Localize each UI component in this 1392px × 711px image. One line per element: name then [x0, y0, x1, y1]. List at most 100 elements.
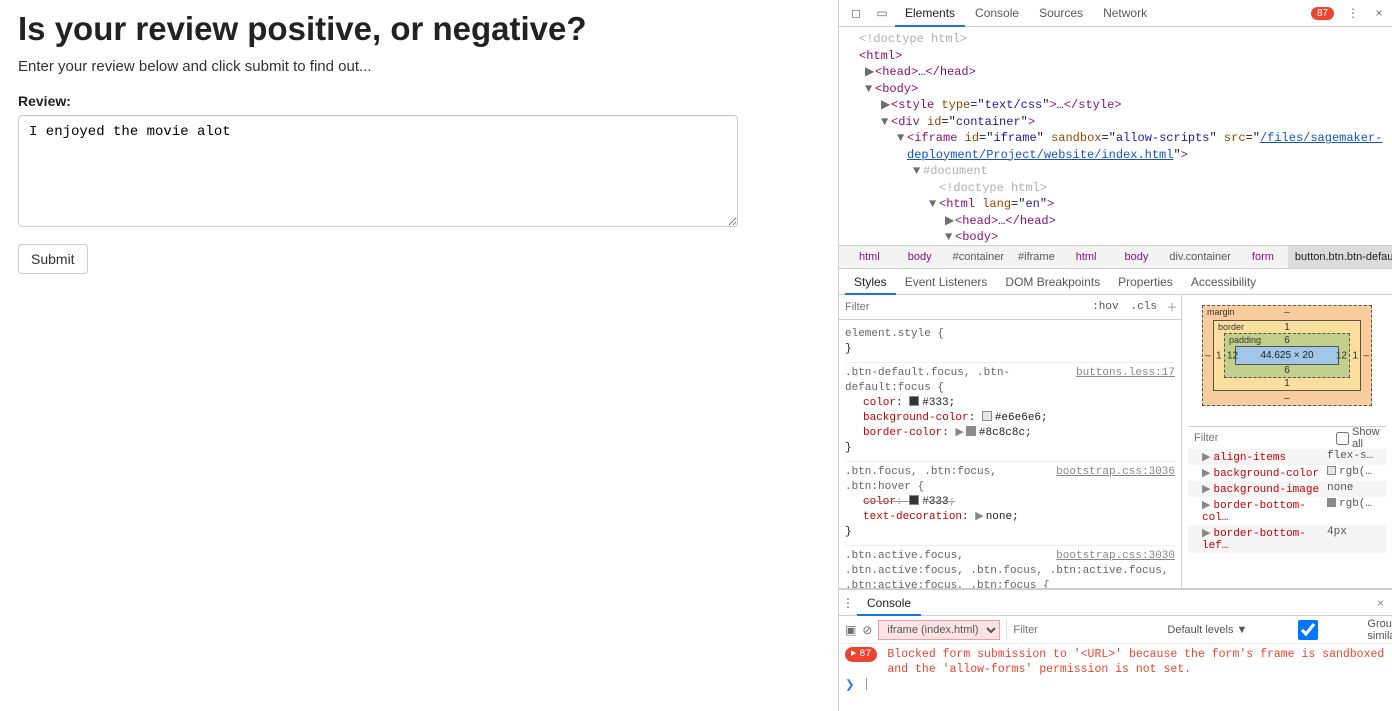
dom-line[interactable]: ▶<style type="text/css">…</style> [849, 97, 1392, 114]
tab-elements[interactable]: Elements [895, 0, 965, 27]
styles-filterbar: :hov .cls ＋ [839, 295, 1181, 320]
group-similar-text: Group similar [1367, 618, 1392, 642]
breadcrumb-item[interactable]: form [1238, 245, 1288, 269]
dom-line[interactable]: ▶<head>…</head> [849, 213, 1392, 230]
subtab-styles[interactable]: Styles [845, 269, 896, 295]
dom-line[interactable]: <html> [849, 48, 1392, 65]
css-rule-block[interactable]: bootstrap.css:3036.btn.focus, .btn:focus… [845, 462, 1175, 546]
console-filter-input[interactable] [1006, 620, 1161, 640]
submit-button[interactable]: Submit [18, 244, 88, 274]
new-style-rule-icon[interactable]: ＋ [1163, 299, 1181, 315]
dom-tree[interactable]: <!doctype html><html>▶<head>…</head>▼<bo… [839, 27, 1392, 245]
console-output[interactable]: 87 Blocked form submission to '<URL>' be… [839, 644, 1392, 711]
drawer-close-icon[interactable]: × [1369, 596, 1392, 610]
css-rule-block[interactable]: element.style {} [845, 324, 1175, 363]
devtools-close-icon[interactable]: × [1366, 6, 1392, 20]
margin-left: – [1205, 350, 1211, 361]
margin-right: – [1363, 350, 1369, 361]
error-group-count[interactable]: 87 [845, 647, 877, 662]
breadcrumb-item[interactable]: html [845, 245, 894, 269]
group-similar-checkbox[interactable] [1253, 620, 1363, 640]
breadcrumb-item[interactable]: html [1062, 245, 1111, 269]
computed-row[interactable]: ▶border-bottom-col…rgb(… [1188, 497, 1386, 525]
show-all-text: Show all [1352, 426, 1380, 450]
breadcrumb-item[interactable]: #container [946, 245, 1011, 269]
breadcrumb-item[interactable]: body [1110, 245, 1162, 269]
log-levels-dropdown[interactable]: Default levels ▼ [1167, 624, 1247, 636]
css-rule-block[interactable]: bootstrap.css:3030.btn.active.focus, .bt… [845, 546, 1175, 588]
computed-row[interactable]: ▶border-bottom-lef…4px [1188, 525, 1386, 553]
border-left: 1 [1216, 350, 1222, 361]
group-similar-label[interactable]: Group similar [1253, 618, 1392, 642]
computed-row[interactable]: ▶background-colorrgb(… [1188, 465, 1386, 481]
devtools-menu-icon[interactable]: ⋮ [1340, 6, 1366, 20]
drawer-tabs: ⋮ Console × [839, 590, 1392, 616]
console-sidebar-toggle-icon[interactable]: ▣ [845, 623, 856, 637]
show-all-label[interactable]: Show all [1336, 426, 1380, 450]
tab-network[interactable]: Network [1093, 0, 1157, 27]
drawer-tab-console[interactable]: Console [857, 590, 921, 616]
margin-top: – [1284, 307, 1290, 318]
breadcrumb-item[interactable]: div.container [1162, 245, 1238, 269]
styles-pane: :hov .cls ＋ element.style {}buttons.less… [839, 295, 1182, 588]
review-textarea[interactable]: I enjoyed the movie alot [18, 115, 738, 227]
computed-list[interactable]: ▶align-itemsflex-s…▶background-colorrgb(… [1188, 449, 1386, 553]
dom-line[interactable]: ▼<div id="container"> [849, 114, 1392, 131]
padding-right: 12 [1336, 350, 1347, 361]
show-all-checkbox[interactable] [1336, 432, 1349, 445]
dom-line[interactable]: ▼<body> [849, 81, 1392, 98]
inspect-icon[interactable]: ◻ [843, 6, 869, 20]
console-toolbar: ▣ ⊘ iframe (index.html) Default levels ▼… [839, 616, 1392, 644]
box-model-border[interactable]: border 1 1 1 1 padding 6 6 12 12 44.625 … [1213, 320, 1361, 391]
console-error-row[interactable]: 87 Blocked form submission to '<URL>' be… [845, 647, 1386, 677]
padding-top: 6 [1284, 335, 1290, 346]
drawer-menu-icon[interactable]: ⋮ [839, 596, 857, 610]
review-label: Review: [18, 93, 820, 109]
dom-line[interactable]: ▼<html lang="en"> [849, 196, 1392, 213]
border-label: border [1218, 322, 1244, 332]
breadcrumb-item[interactable]: button.btn.btn-default [1288, 245, 1392, 269]
error-count-badge[interactable]: 87 [1311, 7, 1334, 20]
border-bottom: 1 [1284, 378, 1290, 389]
computed-filter-input[interactable] [1194, 432, 1336, 444]
breadcrumb-item[interactable]: #iframe [1011, 245, 1062, 269]
cls-toggle[interactable]: .cls [1125, 301, 1163, 313]
dom-line[interactable]: deployment/Project/website/index.html"> [849, 147, 1392, 164]
margin-bottom: – [1284, 393, 1290, 404]
margin-label: margin [1207, 307, 1235, 317]
breadcrumb-item[interactable]: body [894, 245, 946, 269]
dom-line[interactable]: ▼#document [849, 163, 1392, 180]
console-prompt[interactable]: ❯ [845, 677, 1386, 692]
dom-line[interactable]: ▼<iframe id="iframe" sandbox="allow-scri… [849, 130, 1392, 147]
tab-sources[interactable]: Sources [1029, 0, 1093, 27]
subtab-properties[interactable]: Properties [1109, 269, 1182, 295]
device-toggle-icon[interactable]: ▭ [869, 6, 895, 20]
console-drawer: ⋮ Console × ▣ ⊘ iframe (index.html) Defa… [839, 589, 1392, 711]
console-context-select[interactable]: iframe (index.html) [878, 620, 1000, 640]
border-top: 1 [1284, 322, 1290, 333]
page-subtext: Enter your review below and click submit… [18, 58, 820, 75]
box-model-margin[interactable]: margin – – – – border 1 1 1 1 padding 6 [1202, 305, 1372, 406]
element-breadcrumbs[interactable]: htmlbody#container#iframehtmlbodydiv.con… [839, 245, 1392, 269]
dom-line[interactable]: ▶<head>…</head> [849, 64, 1392, 81]
padding-bottom: 6 [1284, 365, 1290, 376]
hov-toggle[interactable]: :hov [1086, 301, 1124, 313]
css-rule-block[interactable]: buttons.less:17.btn-default.focus, .btn-… [845, 363, 1175, 462]
dom-line[interactable]: ▼<body> [849, 229, 1392, 245]
console-clear-icon[interactable]: ⊘ [862, 623, 872, 637]
tab-console[interactable]: Console [965, 0, 1029, 27]
page-content: Is your review positive, or negative? En… [0, 0, 838, 711]
devtools-tabbar: ◻ ▭ Elements Console Sources Network 87 … [839, 0, 1392, 27]
computed-row[interactable]: ▶background-imagenone [1188, 481, 1386, 497]
css-rules[interactable]: element.style {}buttons.less:17.btn-defa… [839, 320, 1181, 588]
styles-filter-input[interactable] [839, 295, 1086, 319]
box-model-padding[interactable]: padding 6 6 12 12 44.625 × 20 [1224, 333, 1350, 378]
dom-line[interactable]: <!doctype html> [849, 180, 1392, 197]
box-model-content[interactable]: 44.625 × 20 [1235, 346, 1339, 365]
dom-line[interactable]: <!doctype html> [849, 31, 1392, 48]
subtab-accessibility[interactable]: Accessibility [1182, 269, 1265, 295]
computed-row[interactable]: ▶align-itemsflex-s… [1188, 449, 1386, 465]
padding-label: padding [1229, 335, 1261, 345]
subtab-dom-breakpoints[interactable]: DOM Breakpoints [996, 269, 1109, 295]
subtab-event-listeners[interactable]: Event Listeners [896, 269, 997, 295]
